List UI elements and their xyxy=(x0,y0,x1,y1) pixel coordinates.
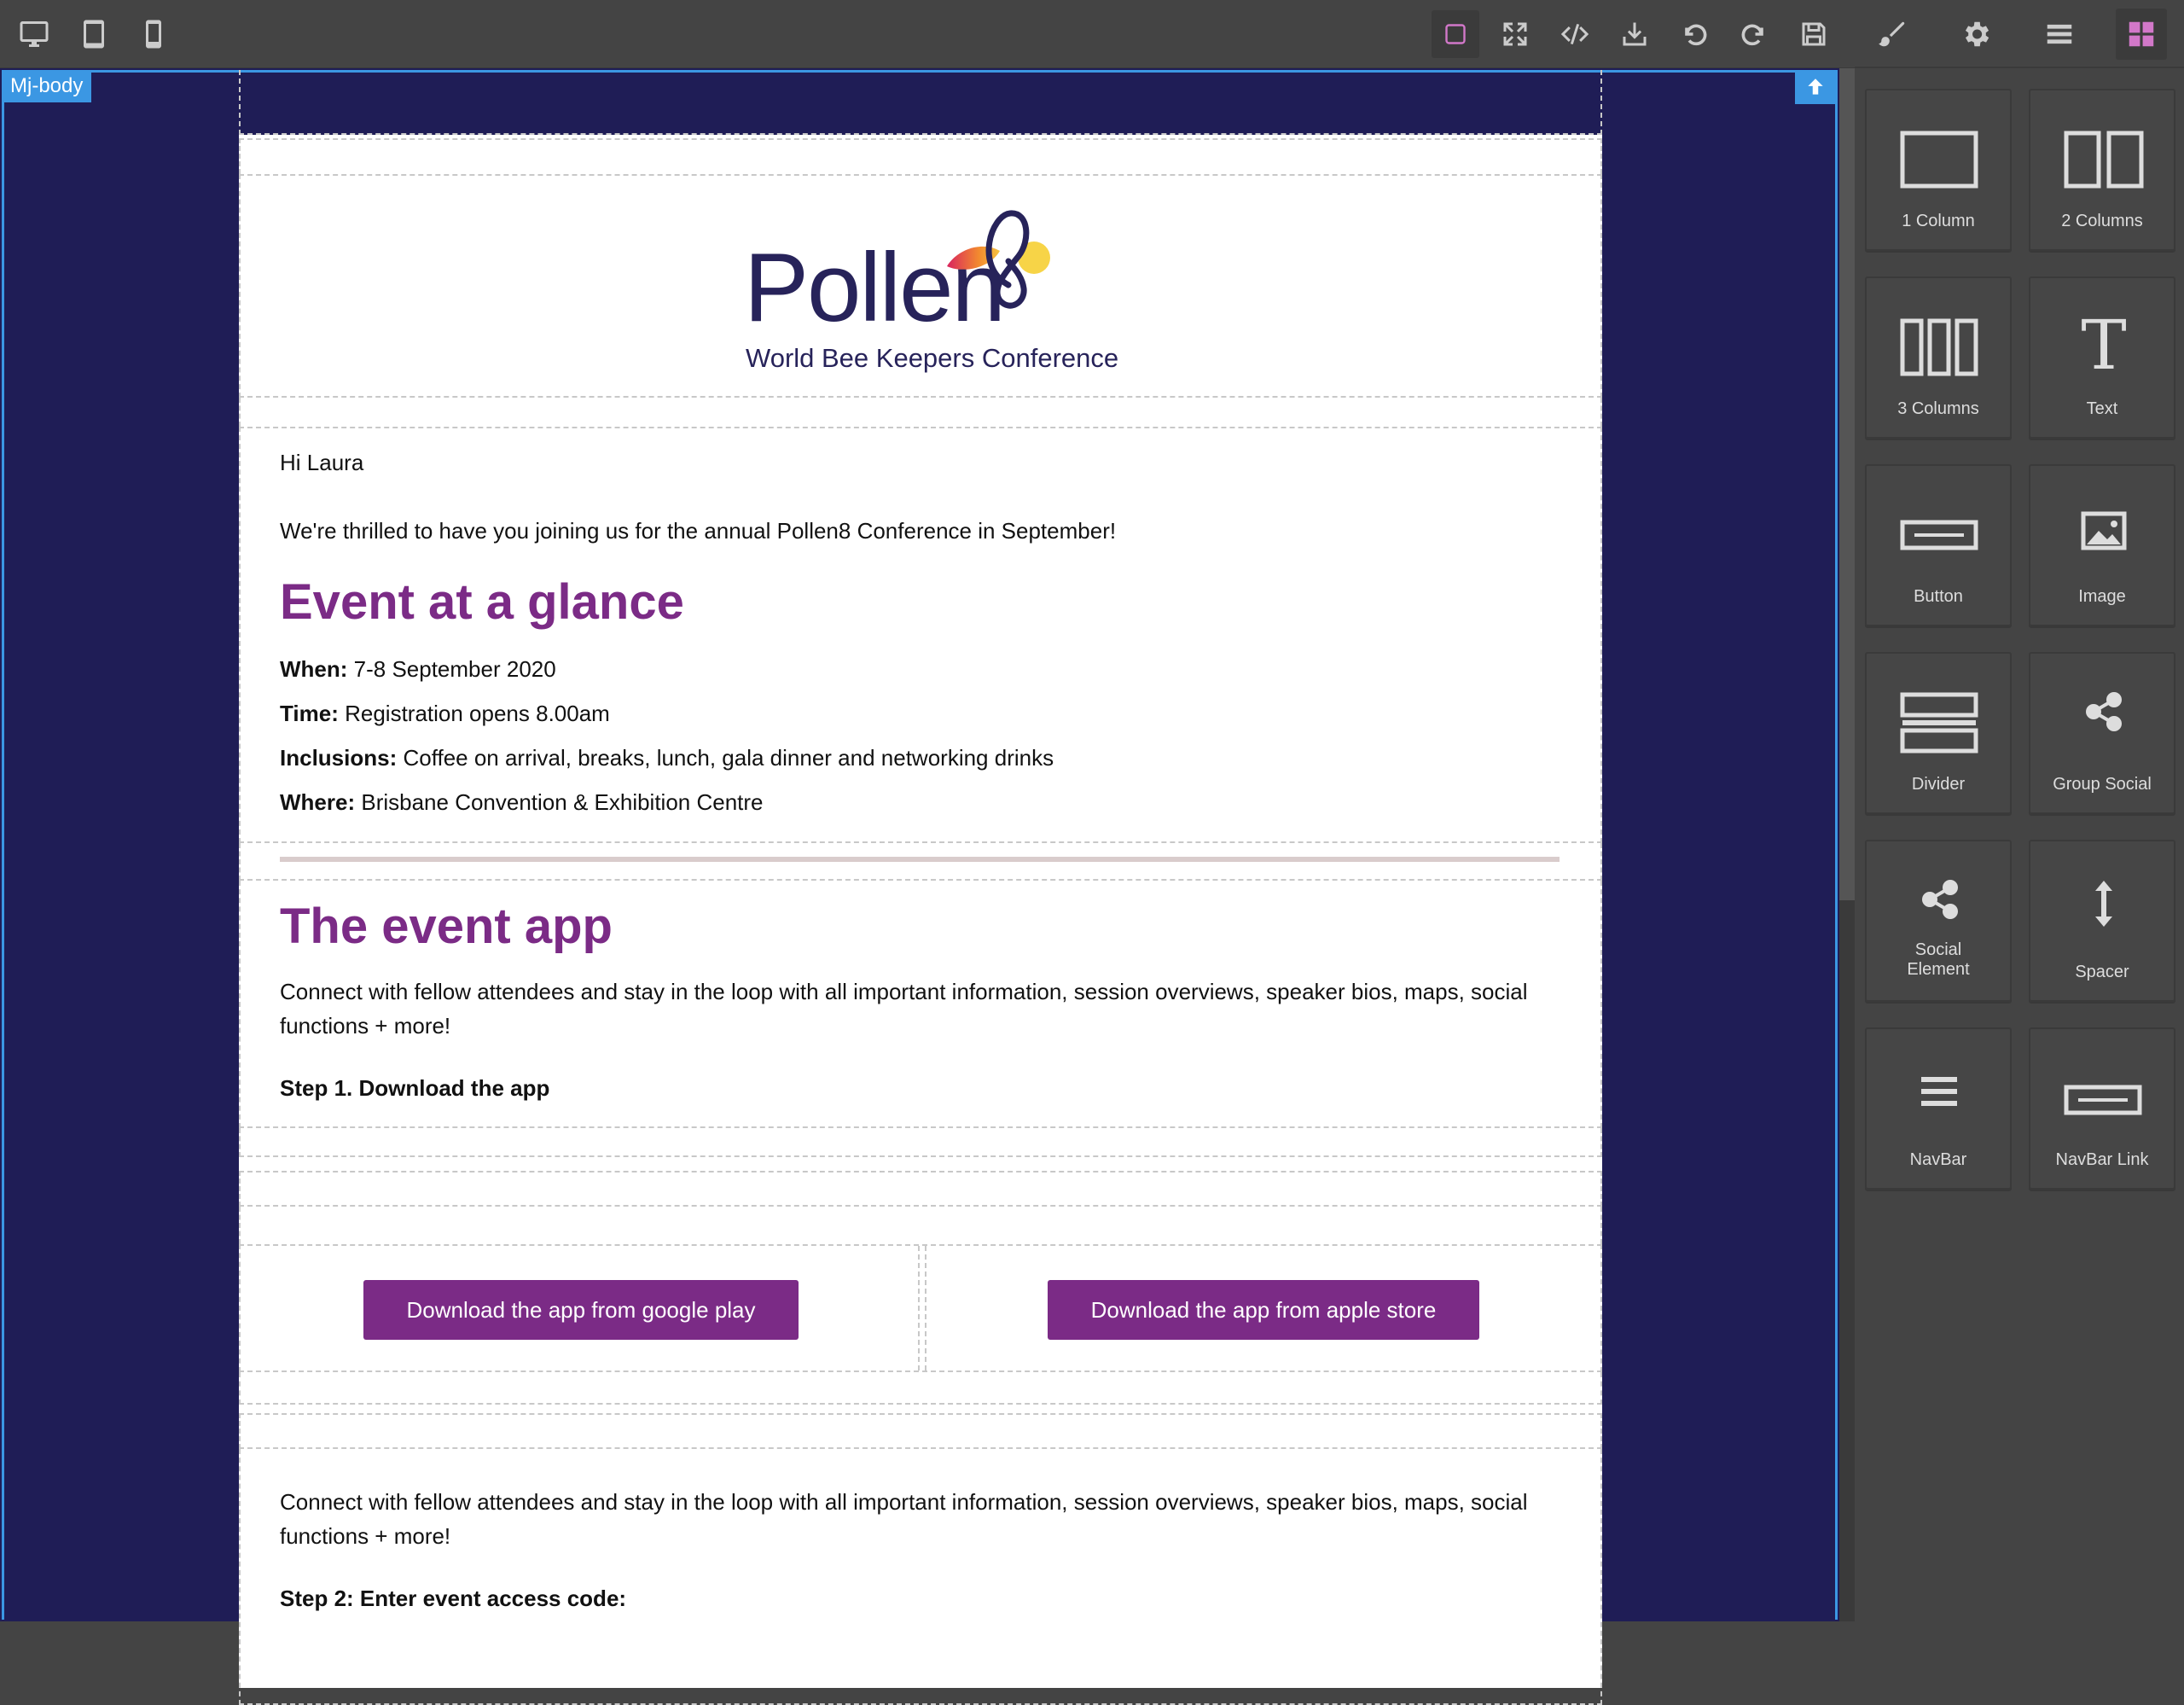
logo-wordmark: Pollen xyxy=(744,234,1006,342)
event-app-section[interactable]: The event app Connect with fellow attend… xyxy=(239,881,1602,1128)
block-navbar[interactable]: NavBar xyxy=(1865,1027,2012,1190)
block-image[interactable]: Image xyxy=(2029,464,2175,626)
app-buttons-section[interactable]: Download the app from google play Downlo… xyxy=(239,1244,1602,1372)
fullscreen-icon[interactable] xyxy=(1491,10,1539,58)
image-icon xyxy=(2081,511,2127,550)
greeting-text: Hi Laura xyxy=(280,450,364,475)
column-right[interactable]: Download the app from apple store xyxy=(925,1246,1600,1370)
right-panel: 1 Column 2 Columns 3 Columns T Text Butt… xyxy=(1855,0,2184,1621)
undo-icon[interactable] xyxy=(1670,10,1718,58)
detail-line: Inclusions: Coffee on arrival, breaks, l… xyxy=(280,745,1054,771)
selected-component-badge[interactable]: Mj-body xyxy=(2,70,92,102)
mobile-icon[interactable] xyxy=(130,10,177,58)
gap-row xyxy=(239,1405,1602,1413)
save-icon[interactable] xyxy=(1790,10,1838,58)
google-play-button[interactable]: Download the app from google play xyxy=(363,1280,799,1340)
divider-section[interactable] xyxy=(239,843,1602,881)
spacer-row[interactable] xyxy=(239,1171,1602,1207)
step2-text: Step 2: Enter event access code: xyxy=(280,1586,627,1611)
navbar-link-icon xyxy=(2064,1085,2142,1115)
select-parent-arrow-icon[interactable] xyxy=(1795,70,1836,104)
text-icon: T xyxy=(2081,309,2126,385)
spacer-row[interactable] xyxy=(239,398,1602,427)
block-social-element[interactable]: Social Element xyxy=(1865,840,2012,1002)
code-icon[interactable] xyxy=(1551,10,1599,58)
step2-section[interactable]: Connect with fellow attendees and stay i… xyxy=(239,1449,1602,1705)
spacer-row[interactable] xyxy=(239,1207,1602,1244)
detail-line: When: 7-8 September 2020 xyxy=(280,656,556,682)
block-1-column[interactable]: 1 Column xyxy=(1865,89,2012,251)
top-spacer-section[interactable] xyxy=(239,70,1602,135)
email-wrapper[interactable]: Pollen World Bee Keepers Conference Hi L… xyxy=(239,135,1602,1705)
apple-store-button[interactable]: Download the app from apple store xyxy=(1048,1280,1479,1340)
block-3-columns[interactable]: 3 Columns xyxy=(1865,276,2012,439)
svg-text:T: T xyxy=(2081,309,2126,385)
block-button[interactable]: Button xyxy=(1865,464,2012,626)
export-icon[interactable] xyxy=(1611,10,1658,58)
block-text[interactable]: T Text xyxy=(2029,276,2175,439)
layer-manager-icon[interactable] xyxy=(2034,9,2085,60)
sw-visibility-icon[interactable] xyxy=(1432,10,1479,58)
block-group-social[interactable]: Group Social xyxy=(2029,652,2175,814)
button-icon xyxy=(1900,520,1978,550)
social-element-label: Social Element xyxy=(1907,940,1970,979)
spacer-row[interactable] xyxy=(239,138,1602,174)
blocks-icon[interactable] xyxy=(2116,9,2167,60)
spacer-row[interactable] xyxy=(239,1128,1602,1157)
gap-row xyxy=(239,1157,1602,1171)
share-icon xyxy=(2086,692,2122,731)
tablet-icon[interactable] xyxy=(70,10,118,58)
pollen8-logo: Pollen World Bee Keepers Conference xyxy=(744,207,1118,377)
block-spacer[interactable]: Spacer xyxy=(2029,840,2175,1002)
share-icon xyxy=(1922,880,1958,919)
one-column-icon xyxy=(1900,131,1978,189)
block-divider[interactable]: Divider xyxy=(1865,652,2012,814)
top-toolbar xyxy=(0,0,1855,68)
step1-text: Step 1. Download the app xyxy=(280,1075,550,1101)
panel-tabs xyxy=(1855,0,2184,68)
spacer-icon xyxy=(2095,881,2112,927)
logo-section[interactable]: Pollen World Bee Keepers Conference xyxy=(239,174,1602,398)
spacer-row[interactable] xyxy=(239,1413,1602,1449)
navbar-icon xyxy=(1921,1077,1957,1106)
column-left[interactable]: Download the app from google play xyxy=(241,1246,920,1370)
block-2-columns[interactable]: 2 Columns xyxy=(2029,89,2175,251)
event-app-heading: The event app xyxy=(280,899,613,954)
app-description-2: Connect with fellow attendees and stay i… xyxy=(280,1489,1528,1549)
intro-text: We're thrilled to have you joining us fo… xyxy=(280,518,1117,544)
detail-line: Where: Brisbane Convention & Exhibition … xyxy=(280,789,764,815)
style-manager-icon[interactable] xyxy=(1867,9,1918,60)
canvas-scrollbar-thumb[interactable] xyxy=(1839,68,1855,900)
redo-icon[interactable] xyxy=(1730,10,1778,58)
desktop-icon[interactable] xyxy=(10,10,58,58)
two-columns-icon xyxy=(2064,131,2144,189)
intro-section[interactable]: Hi Laura We're thrilled to have you join… xyxy=(239,427,1602,843)
app-description: Connect with fellow attendees and stay i… xyxy=(280,979,1528,1039)
event-glance-heading: Event at a glance xyxy=(280,574,684,630)
divider-icon xyxy=(1900,692,1978,754)
email-body: Pollen World Bee Keepers Conference Hi L… xyxy=(239,70,1602,1705)
logo-tagline: World Bee Keepers Conference xyxy=(746,343,1119,373)
detail-line: Time: Registration opens 8.00am xyxy=(280,701,610,726)
block-navbar-link[interactable]: NavBar Link xyxy=(2029,1027,2175,1190)
divider-line xyxy=(280,857,1560,862)
spacer-row[interactable] xyxy=(239,1372,1602,1405)
settings-icon[interactable] xyxy=(1950,9,2001,60)
three-columns-icon xyxy=(1900,318,1978,376)
